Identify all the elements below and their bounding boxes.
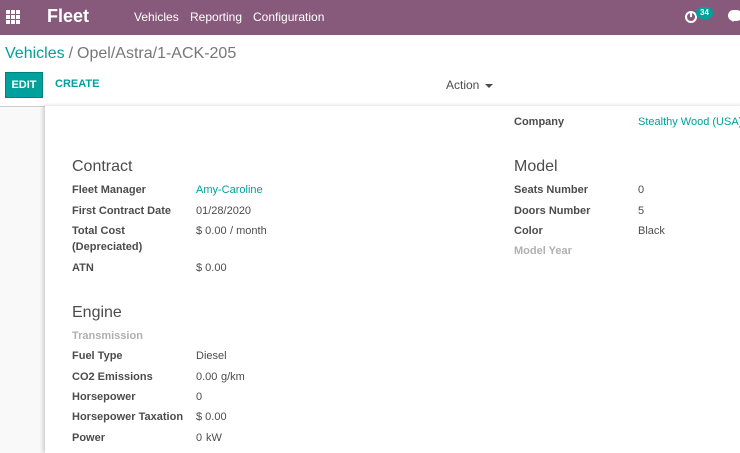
model-section-title: Model — [514, 158, 558, 175]
create-button[interactable]: CREATE — [55, 78, 99, 90]
app-brand[interactable]: Fleet — [47, 6, 89, 27]
co2-emissions-unit: g/km — [221, 371, 245, 383]
breadcrumb: Vehicles / Opel/Astra/1-ACK-205 — [5, 45, 236, 63]
model-year-label: Model Year — [514, 245, 572, 257]
apps-menu-icon[interactable] — [6, 10, 21, 24]
menu-reporting[interactable]: Reporting — [190, 10, 242, 24]
power-value: 0 — [196, 432, 203, 444]
power-label: Power — [72, 432, 106, 444]
chat-icon[interactable] — [728, 10, 740, 22]
horsepower-value: 0 — [196, 391, 203, 403]
horsepower-taxation-value: $ 0.00 — [196, 411, 227, 423]
caret-down-icon — [485, 83, 494, 88]
fuel-type-label: Fuel Type — [72, 350, 123, 362]
co2-emissions-label: CO2 Emissions — [72, 371, 153, 383]
co2-emissions-value: 0.00 — [196, 371, 218, 383]
seats-number-value: 0 — [638, 184, 645, 196]
total-cost-label-sub: (Depreciated) — [72, 241, 143, 253]
horsepower-taxation-label: Horsepower Taxation — [72, 411, 184, 423]
color-value: Black — [638, 225, 665, 237]
atn-label: ATN — [72, 262, 94, 274]
menu-configuration[interactable]: Configuration — [253, 10, 324, 24]
atn-value: $ 0.00 — [196, 262, 227, 274]
contract-section-title: Contract — [72, 158, 133, 175]
action-label: Action — [446, 78, 480, 92]
total-cost-unit: / month — [230, 225, 267, 237]
fuel-type-value: Diesel — [196, 350, 227, 362]
transmission-label: Transmission — [72, 330, 143, 342]
first-contract-date-value: 01/28/2020 — [196, 205, 252, 217]
breadcrumb-vehicles[interactable]: Vehicles — [5, 45, 65, 62]
doors-number-value: 5 — [638, 205, 645, 217]
total-cost-value: $ 0.00 — [196, 225, 227, 237]
company-value[interactable]: Stealthy Wood (USA) — [638, 115, 740, 130]
color-label: Color — [514, 225, 543, 237]
total-cost-label: Total Cost — [72, 225, 125, 237]
edit-button[interactable]: EDIT — [5, 72, 43, 98]
seats-number-label: Seats Number — [514, 184, 588, 196]
doors-number-label: Doors Number — [514, 205, 591, 217]
top-navbar: Fleet Vehicles Reporting Configuration 3… — [0, 0, 740, 35]
company-label: Company — [514, 116, 565, 128]
activity-button[interactable]: 34 — [685, 7, 715, 27]
power-unit: kW — [206, 432, 222, 444]
fleet-manager-label: Fleet Manager — [72, 184, 146, 196]
menu-vehicles[interactable]: Vehicles — [134, 10, 179, 24]
form-sheet — [45, 106, 740, 453]
activity-count-badge: 34 — [696, 7, 713, 19]
breadcrumb-current: Opel/Astra/1-ACK-205 — [77, 45, 237, 62]
breadcrumb-separator: / — [68, 45, 74, 62]
action-dropdown[interactable]: Action — [446, 78, 494, 92]
horsepower-label: Horsepower — [72, 391, 136, 403]
engine-section-title: Engine — [72, 304, 122, 321]
fleet-manager-value[interactable]: Amy-Caroline — [196, 183, 263, 198]
first-contract-date-label: First Contract Date — [72, 205, 172, 217]
